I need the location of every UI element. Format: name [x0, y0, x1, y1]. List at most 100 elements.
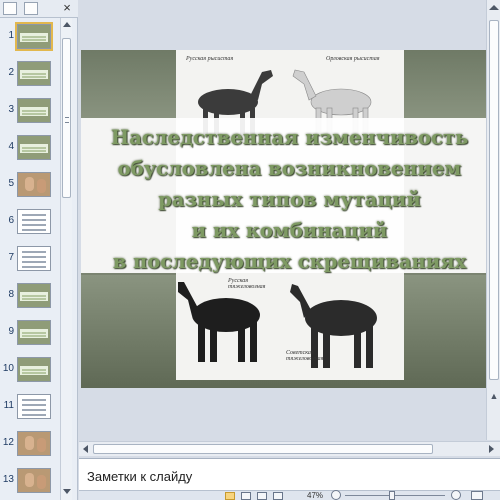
- slide-thumbnail-row[interactable]: 4: [0, 133, 60, 163]
- slides-tab-icon[interactable]: [3, 2, 17, 15]
- slide-thumbnail[interactable]: [17, 357, 51, 382]
- slide-thumbnail-row[interactable]: 5: [0, 170, 60, 200]
- outline-tab-icon[interactable]: [24, 2, 38, 15]
- title-line: разных типов мутаций: [158, 188, 421, 211]
- slideshow-icon[interactable]: [273, 492, 283, 500]
- slide-canvas[interactable]: Русская рысистая Орловская рысистая Русс…: [81, 50, 498, 388]
- title-line: Наследственная изменчивость: [110, 126, 469, 149]
- slide-number: 1: [8, 30, 14, 41]
- thumbnail-text-line: [22, 113, 46, 115]
- zoom-in-icon[interactable]: [451, 490, 461, 500]
- slides-pane: × 1 2 3 4 5 6 7 8 9 10 11 12 13: [0, 0, 78, 500]
- slide-sorter-icon[interactable]: [241, 492, 251, 500]
- slide-number: 7: [8, 252, 14, 263]
- thumbnail-text-line: [22, 110, 46, 112]
- horizontal-scrollbar[interactable]: [79, 441, 500, 456]
- thumbnail-text-line: [22, 414, 46, 416]
- thumbnail-text-line: [22, 214, 46, 216]
- zoom-slider-knob[interactable]: [389, 491, 395, 500]
- slide-thumbnail[interactable]: [17, 320, 51, 345]
- title-line: в последующих скрещиваниях: [112, 250, 467, 273]
- slide-thumbnail[interactable]: [17, 209, 51, 234]
- thumbnail-text-line: [22, 36, 46, 38]
- slide-number: 4: [8, 141, 14, 152]
- thumbnail-text-line: [22, 266, 46, 268]
- thumbnail-text-line: [22, 332, 46, 334]
- slide-thumbnail-row[interactable]: 8: [0, 281, 60, 311]
- thumbnail-figure: [37, 438, 46, 452]
- thumbnail-text-line: [22, 39, 46, 41]
- slide-title[interactable]: Наследственная изменчивость обусловлена …: [81, 122, 498, 277]
- thumbnail-figure: [37, 179, 46, 193]
- thumbnail-figure: [25, 177, 34, 191]
- slide-thumbnail-list: 1 2 3 4 5 6 7 8 9 10 11 12 13: [0, 22, 60, 500]
- zoom-out-icon[interactable]: [331, 490, 341, 500]
- notes-pane[interactable]: Заметки к слайду: [79, 458, 500, 490]
- caption-bottom-left: Русская тяжеловозная: [228, 278, 266, 290]
- scrollbar-thumb[interactable]: [489, 20, 499, 380]
- caption-top-right: Орловская рысистая: [326, 56, 380, 62]
- slide-thumbnail[interactable]: [17, 172, 51, 197]
- slide-thumbnail-row[interactable]: 3: [0, 96, 60, 126]
- thumbnail-figure: [25, 473, 34, 487]
- slide-scrollbar[interactable]: ▲: [486, 0, 500, 440]
- thumbnail-figure: [25, 436, 34, 450]
- scroll-up-icon[interactable]: [489, 5, 499, 10]
- presentation-editor: × 1 2 3 4 5 6 7 8 9 10 11 12 13 Русская …: [0, 0, 500, 500]
- slide-number: 10: [2, 363, 14, 374]
- thumbnail-text-line: [22, 404, 46, 406]
- thumbnail-text-line: [22, 147, 46, 149]
- slide-number: 12: [2, 437, 14, 448]
- slide-thumbnail-row[interactable]: 6: [0, 207, 60, 237]
- thumbnail-text-line: [22, 224, 46, 226]
- thumbnail-text-line: [22, 256, 46, 258]
- slide-thumbnail-row[interactable]: 9: [0, 318, 60, 348]
- slide-thumbnail-row[interactable]: 7: [0, 244, 60, 274]
- slide-thumbnail-row[interactable]: 2: [0, 59, 60, 89]
- thumbnail-text-line: [22, 261, 46, 263]
- prev-slide-icon[interactable]: ▲: [489, 392, 499, 402]
- slide-thumbnail[interactable]: [17, 61, 51, 86]
- fit-slide-icon[interactable]: [471, 491, 483, 500]
- normal-view-icon[interactable]: [225, 492, 235, 500]
- status-bar: 47%: [79, 490, 500, 500]
- slide-editor: Русская рысистая Орловская рысистая Русс…: [79, 0, 500, 438]
- scrollbar-thumb[interactable]: [93, 444, 433, 454]
- slide-number: 2: [8, 67, 14, 78]
- slide-thumbnail[interactable]: [17, 394, 51, 419]
- caption-bottom-right: Советская тяжеловозная: [286, 350, 324, 362]
- slide-thumbnail[interactable]: [17, 98, 51, 123]
- scroll-up-icon[interactable]: [63, 22, 71, 27]
- scrollbar-thumb[interactable]: [62, 38, 71, 198]
- zoom-level[interactable]: 47%: [307, 491, 323, 500]
- thumbnails-scrollbar[interactable]: [60, 18, 72, 500]
- slide-number: 9: [8, 326, 14, 337]
- slide-thumbnail[interactable]: [17, 246, 51, 271]
- slide-thumbnail-row[interactable]: 11: [0, 392, 60, 422]
- slide-number: 5: [8, 178, 14, 189]
- slide-thumbnail[interactable]: [17, 468, 51, 493]
- slide-thumbnail-row[interactable]: 10: [0, 355, 60, 385]
- scroll-right-icon[interactable]: [489, 445, 494, 453]
- thumbnail-text-line: [22, 298, 46, 300]
- slide-thumbnail-row[interactable]: 12: [0, 429, 60, 459]
- thumbnail-text-line: [22, 76, 46, 78]
- thumbnail-text-line: [22, 335, 46, 337]
- scroll-down-icon[interactable]: [63, 489, 71, 494]
- slide-thumbnail[interactable]: [17, 135, 51, 160]
- slide-thumbnail[interactable]: [17, 431, 51, 456]
- scroll-left-icon[interactable]: [83, 445, 88, 453]
- zoom-slider[interactable]: [345, 495, 445, 496]
- slide-thumbnail-row[interactable]: 1: [0, 22, 60, 52]
- thumbnail-text-line: [22, 372, 46, 374]
- slide-thumbnail[interactable]: [15, 22, 53, 51]
- thumbnail-figure: [37, 475, 46, 489]
- close-pane-icon[interactable]: ×: [60, 0, 74, 16]
- slide-number: 8: [8, 289, 14, 300]
- slide-thumbnail[interactable]: [17, 283, 51, 308]
- reading-view-icon[interactable]: [257, 492, 267, 500]
- thumbnail-text-line: [22, 73, 46, 75]
- slide-thumbnail-row[interactable]: 13: [0, 466, 60, 496]
- thumbnail-text-line: [22, 409, 46, 411]
- thumbnail-text-line: [22, 251, 46, 253]
